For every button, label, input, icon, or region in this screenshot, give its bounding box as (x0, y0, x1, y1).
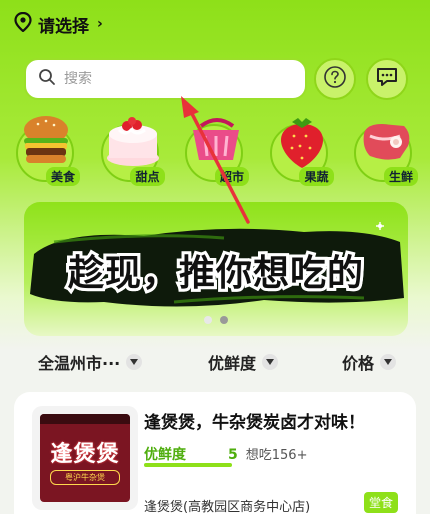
filter-bar: 全温州市··· 优鲜度 价格 (0, 344, 430, 378)
filter-price[interactable]: 价格 (342, 350, 397, 374)
category-row: 美食 甜点 超市 果蔬 生鲜 (8, 112, 422, 188)
pagination-dot-active[interactable] (220, 316, 228, 324)
burger-icon (24, 116, 68, 163)
caret-down-icon (380, 354, 397, 370)
banner-headline-text: 趁现，推你想吃的 (65, 250, 366, 297)
banner-pagination (24, 316, 408, 324)
filter-region[interactable]: 全温州市··· (38, 350, 143, 374)
search-icon (38, 68, 56, 90)
filter-price-label: 价格 (342, 354, 375, 373)
help-button[interactable] (314, 58, 356, 100)
freshness-score: 5 (228, 447, 238, 463)
want-count: 想吃156+ (245, 448, 308, 463)
shopping-basket-icon (193, 118, 239, 160)
strawberry-icon (280, 118, 323, 168)
storefront-subsign: 粤沪牛杂煲 (50, 470, 120, 485)
message-button[interactable] (366, 58, 408, 100)
category-supermarket[interactable]: 超市 (177, 112, 253, 188)
storefront-image: 逢煲煲 粤沪牛杂煲 (40, 414, 130, 502)
banner-headline: 趁现，推你想吃的 (24, 244, 408, 297)
category-fruitveg-label: 果蔬 (299, 167, 334, 186)
category-supermarket-label: 超市 (214, 167, 249, 186)
restaurant-title: 逢煲煲，牛杂煲炭卤才对味！ (144, 413, 365, 433)
freshness-label: 优鲜度 (144, 447, 186, 463)
category-dessert-label: 甜点 (130, 167, 165, 186)
promo-banner[interactable]: 趁现，推你想吃的 (24, 202, 408, 336)
category-food-label: 美食 (45, 167, 80, 186)
cake-icon (106, 117, 159, 166)
category-dessert[interactable]: 甜点 (93, 112, 169, 188)
meat-icon (363, 124, 410, 160)
dine-in-badge: 堂食 (363, 492, 398, 513)
category-fresh[interactable]: 生鲜 (346, 112, 422, 188)
category-fruitveg[interactable]: 果蔬 (262, 112, 338, 188)
freshness-row: 优鲜度 5 想吃156+ (144, 444, 307, 464)
category-fresh-label: 生鲜 (383, 167, 418, 186)
location-selector[interactable]: 请选择 › (14, 10, 103, 38)
pagination-dot[interactable] (204, 316, 212, 324)
location-label: 请选择 (38, 16, 89, 37)
chat-bubble-icon (375, 65, 399, 93)
search-input[interactable] (64, 71, 264, 87)
restaurant-thumbnail: 逢煲煲 粤沪牛杂煲 (32, 406, 138, 510)
storefront-sign: 逢煲煲 (50, 442, 120, 467)
storefront-top (40, 414, 130, 424)
search-bar[interactable] (24, 58, 307, 100)
restaurant-address: 逢煲煲(高教园区商务中心店) (144, 500, 311, 514)
help-circle-icon (323, 65, 347, 93)
freshness-bar-fill (144, 463, 232, 467)
caret-down-icon (262, 354, 279, 370)
filter-freshness[interactable]: 优鲜度 (208, 350, 279, 374)
restaurant-card[interactable]: 逢煲煲 粤沪牛杂煲 逢煲煲，牛杂煲炭卤才对味！ 优鲜度 5 想吃156+ 逢煲煲… (14, 392, 416, 514)
location-pin-icon (14, 11, 32, 36)
freshness-bar (144, 463, 232, 467)
caret-down-icon (126, 354, 143, 370)
chevron-right-icon: › (97, 16, 103, 32)
filter-region-label: 全温州市··· (38, 354, 121, 373)
category-food[interactable]: 美食 (8, 112, 84, 188)
filter-freshness-label: 优鲜度 (208, 354, 257, 373)
